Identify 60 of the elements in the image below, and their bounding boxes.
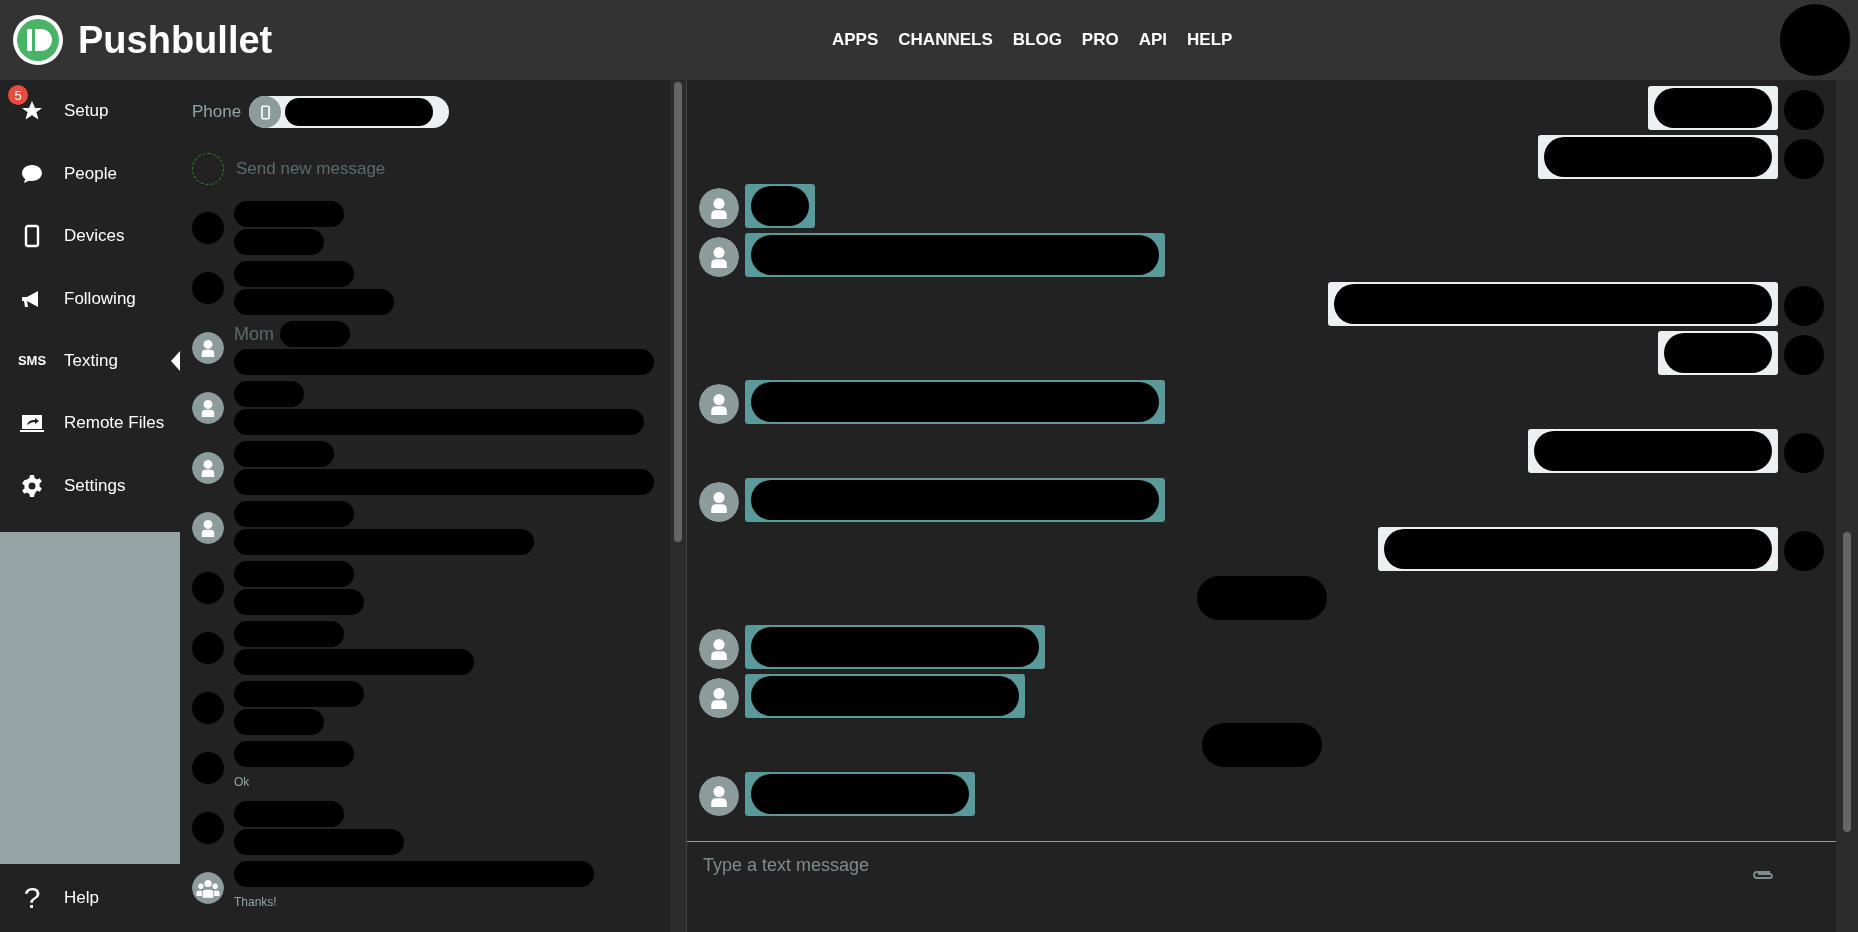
help-link[interactable]: ? Help — [0, 863, 180, 932]
redaction-mark — [1784, 286, 1824, 326]
redaction-mark — [1784, 139, 1824, 179]
redaction-mark — [192, 692, 224, 724]
redaction-mark — [192, 212, 224, 244]
redaction-mark — [1784, 433, 1824, 473]
laptop-icon — [19, 412, 45, 435]
message-preview: Ok — [234, 775, 250, 789]
nav-link[interactable]: APPS — [832, 30, 879, 50]
person-avatar-icon — [699, 384, 739, 424]
person-avatar-icon — [699, 482, 739, 522]
scrollbar-thumb[interactable] — [1843, 532, 1851, 832]
group-avatar-icon — [192, 872, 224, 904]
nav-link[interactable]: PRO — [1081, 30, 1119, 50]
phone-icon — [260, 104, 270, 120]
person-avatar-icon — [699, 629, 739, 669]
person-avatar-icon — [699, 188, 739, 228]
redaction-mark — [192, 572, 224, 604]
person-avatar-icon — [192, 332, 224, 364]
nav-link[interactable]: BLOG — [1012, 30, 1062, 50]
sms-icon: SMS — [17, 353, 47, 369]
notification-badge: 5 — [8, 85, 28, 106]
person-avatar-icon — [192, 512, 224, 544]
paperclip-icon[interactable] — [1750, 868, 1776, 882]
person-avatar-icon — [699, 678, 739, 718]
sidebar-item[interactable]: Following — [0, 267, 180, 330]
brand-name[interactable]: Pushbullet — [78, 18, 273, 62]
device-label: Phone — [192, 102, 242, 122]
device-selector[interactable] — [249, 96, 450, 128]
person-avatar-icon — [192, 392, 224, 424]
person-avatar-icon — [699, 237, 739, 277]
logo-icon — [12, 14, 64, 66]
sidebar-item[interactable]: Remote Files — [0, 392, 180, 455]
help-icon: ? — [23, 880, 41, 915]
thread-item[interactable]: Thanks! — [192, 858, 670, 918]
message-preview: Thanks! — [234, 895, 277, 909]
redaction-mark — [1784, 90, 1824, 130]
redaction-mark — [1784, 531, 1824, 571]
nav-link[interactable]: API — [1138, 30, 1168, 50]
redaction-mark — [192, 272, 224, 304]
message-input[interactable]: Type a text message — [701, 854, 1740, 877]
redaction-mark — [192, 632, 224, 664]
sidebar-item[interactable]: Settings — [0, 454, 180, 518]
person-avatar-icon — [192, 452, 224, 484]
settings-icon — [20, 473, 44, 498]
redaction-mark — [751, 186, 809, 226]
nav-link[interactable]: CHANNELS — [898, 30, 993, 50]
redaction-mark — [192, 752, 224, 784]
redaction-mark — [280, 321, 350, 347]
sidebar-item[interactable]: Devices — [0, 204, 180, 268]
sidebar-item[interactable]: People — [0, 142, 180, 205]
sidebar-item[interactable]: 5 Setup — [0, 80, 180, 143]
redaction-mark — [1784, 335, 1824, 375]
redaction-mark — [192, 812, 224, 844]
person-avatar-icon — [699, 776, 739, 816]
contact-name: Mom — [234, 323, 274, 345]
redaction-mark — [234, 381, 304, 407]
nav-link[interactable]: HELP — [1187, 30, 1233, 50]
scrollbar-thumb[interactable] — [674, 82, 682, 542]
thread-item[interactable]: Ok — [192, 738, 670, 798]
